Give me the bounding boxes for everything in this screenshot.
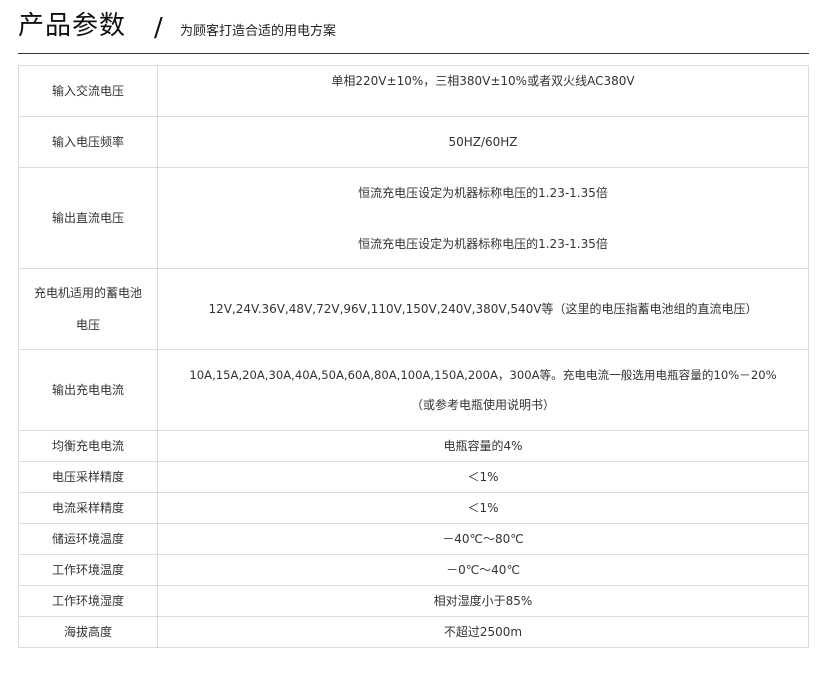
- spec-value: 单相220V±10%，三相380V±10%或者双火线AC380V: [157, 65, 809, 117]
- spec-label: 输出充电电流: [18, 349, 158, 431]
- table-row: 充电机适用的蓄电池 电压 12V,24V.36V,48V,72V,96V,110…: [18, 268, 809, 350]
- table-row: 输入电压频率 50HZ/60HZ: [18, 116, 809, 168]
- spec-label-text: 输入电压频率: [51, 135, 124, 149]
- spec-label-text: 充电机适用的蓄电池: [33, 286, 142, 300]
- table-row: 储运环境温度 －40℃～80℃: [18, 523, 809, 555]
- spec-label: 均衡充电电流: [18, 430, 158, 462]
- spec-label: 电流采样精度: [18, 492, 158, 524]
- spec-label: 输出直流电压: [18, 167, 158, 269]
- spec-label-text: 输入交流电压: [51, 84, 124, 98]
- spec-label: 海拔高度: [18, 616, 158, 648]
- spec-label-text: 电流采样精度: [51, 501, 124, 515]
- spec-label: 输入电压频率: [18, 116, 158, 168]
- spec-value-text: 恒流充电压设定为机器标称电压的1.23-1.35倍: [358, 236, 608, 251]
- spec-label-text: 海拔高度: [63, 625, 112, 639]
- spec-label: 储运环境温度: [18, 523, 158, 555]
- spec-value-text: 不超过2500m: [443, 625, 523, 639]
- spec-value: －0℃～40℃: [157, 554, 809, 586]
- spec-label-text: 电压: [75, 318, 100, 332]
- spec-label: 工作环境温度: [18, 554, 158, 586]
- table-row: 输出充电电流 10A,15A,20A,30A,40A,50A,60A,80A,1…: [18, 349, 809, 431]
- table-row: 电流采样精度 ＜1%: [18, 492, 809, 524]
- spec-label-text: 工作环境温度: [51, 563, 124, 577]
- section-subtitle: 为顾客打造合适的用电方案: [180, 24, 337, 39]
- spec-value-text: －0℃～40℃: [446, 563, 520, 577]
- spec-value-text: 10A,15A,20A,30A,40A,50A,60A,80A,100A,150…: [189, 368, 777, 382]
- spec-value-text: 恒流充电压设定为机器标称电压的1.23-1.35倍: [358, 185, 608, 200]
- spec-label: 充电机适用的蓄电池 电压: [18, 268, 158, 350]
- spec-value: 12V,24V.36V,48V,72V,96V,110V,150V,240V,3…: [157, 268, 809, 350]
- spec-label-text: 输出充电电流: [51, 383, 124, 397]
- table-row: 均衡充电电流 电瓶容量的4%: [18, 430, 809, 462]
- table-row: 输出直流电压 恒流充电压设定为机器标称电压的1.23-1.35倍 恒流充电压设定…: [18, 167, 809, 269]
- table-row: 电压采样精度 ＜1%: [18, 461, 809, 493]
- spec-value: 相对湿度小于85%: [157, 585, 809, 617]
- spec-label: 电压采样精度: [18, 461, 158, 493]
- spec-value: －40℃～80℃: [157, 523, 809, 555]
- section-header: 产品参数 / 为顾客打造合适的用电方案: [18, 6, 809, 54]
- spec-value-text: （或参考电瓶使用说明书）: [410, 398, 555, 412]
- spec-label: 输入交流电压: [18, 65, 158, 117]
- table-row: 工作环境湿度 相对湿度小于85%: [18, 585, 809, 617]
- spec-label-text: 均衡充电电流: [51, 439, 124, 453]
- section-title: 产品参数: [18, 11, 127, 41]
- spec-value: ＜1%: [157, 492, 809, 524]
- spec-value-text: ＜1%: [467, 470, 499, 484]
- spec-value-text: 50HZ/60HZ: [448, 135, 518, 149]
- spec-value: ＜1%: [157, 461, 809, 493]
- table-row: 输入交流电压 单相220V±10%，三相380V±10%或者双火线AC380V: [18, 65, 809, 117]
- spec-value-text: 相对湿度小于85%: [433, 594, 533, 608]
- spec-value: 恒流充电压设定为机器标称电压的1.23-1.35倍 恒流充电压设定为机器标称电压…: [157, 167, 809, 269]
- spec-value-text: 单相220V±10%，三相380V±10%或者双火线AC380V: [331, 74, 635, 88]
- spec-value: 10A,15A,20A,30A,40A,50A,60A,80A,100A,150…: [157, 349, 809, 431]
- spec-value: 不超过2500m: [157, 616, 809, 648]
- spec-value: 电瓶容量的4%: [157, 430, 809, 462]
- title-separator: /: [154, 13, 163, 43]
- spec-label: 工作环境湿度: [18, 585, 158, 617]
- spec-value-text: －40℃～80℃: [442, 532, 524, 546]
- spec-value-text: ＜1%: [467, 501, 499, 515]
- spec-value-text: 电瓶容量的4%: [443, 439, 523, 453]
- spec-value: 50HZ/60HZ: [157, 116, 809, 168]
- table-row: 工作环境温度 －0℃～40℃: [18, 554, 809, 586]
- spec-label-text: 工作环境湿度: [51, 594, 124, 608]
- spec-table: 输入交流电压 单相220V±10%，三相380V±10%或者双火线AC380V …: [18, 65, 809, 648]
- table-row: 海拔高度 不超过2500m: [18, 616, 809, 648]
- spec-label-text: 储运环境温度: [51, 532, 124, 546]
- spec-label-text: 电压采样精度: [51, 470, 124, 484]
- spec-label-text: 输出直流电压: [51, 211, 124, 225]
- spec-value-text: 12V,24V.36V,48V,72V,96V,110V,150V,240V,3…: [208, 302, 758, 316]
